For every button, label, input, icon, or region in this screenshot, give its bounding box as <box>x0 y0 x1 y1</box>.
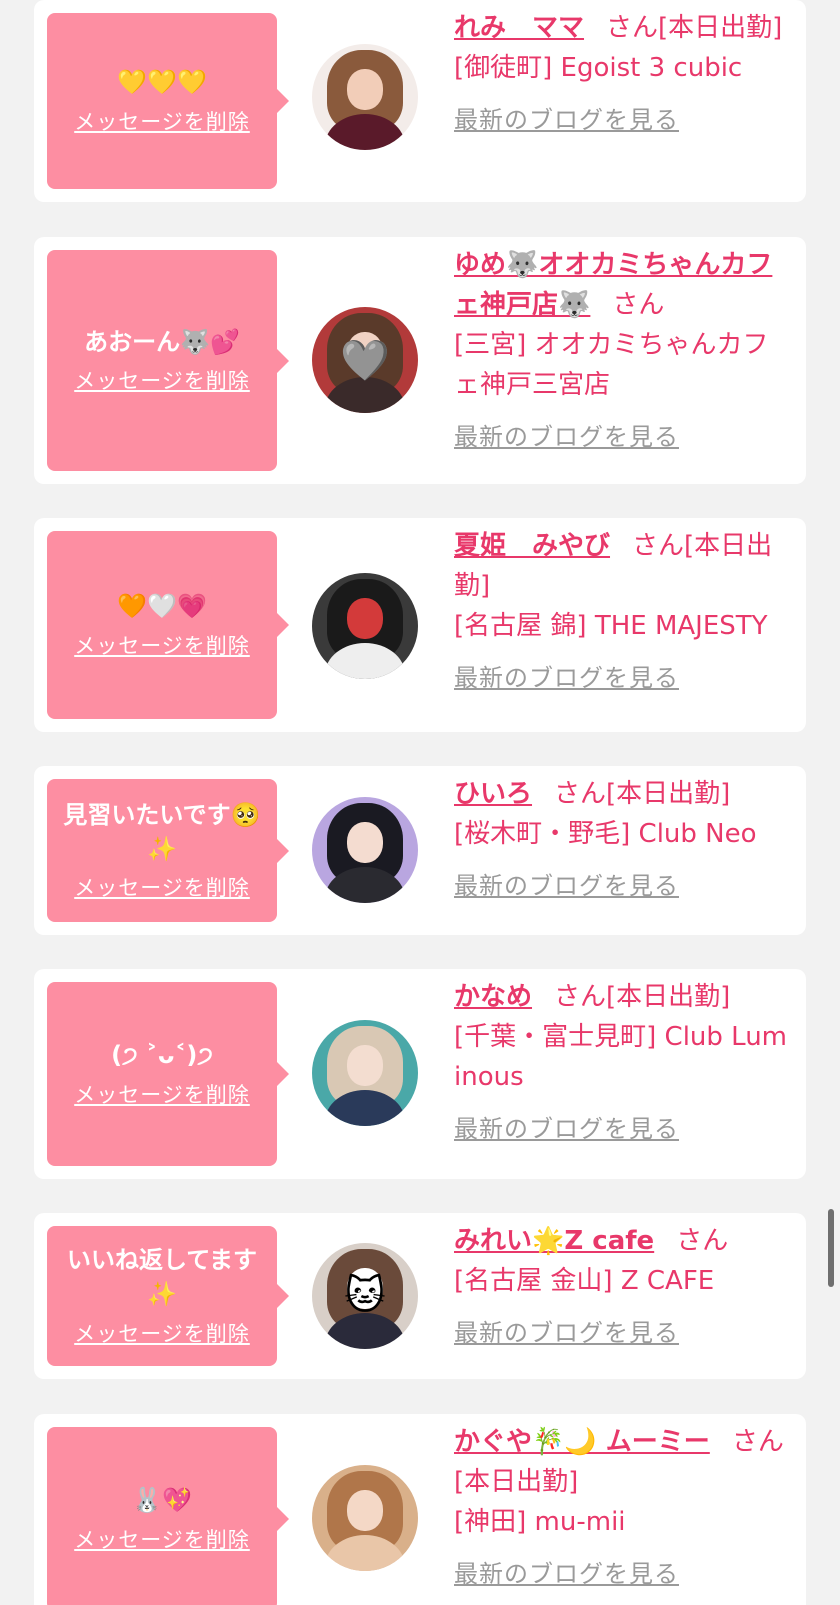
message-bubble: 💛💛💛 メッセージを削除 <box>47 13 289 189</box>
shop-info: [神田] mu-mii <box>454 1507 626 1537</box>
cast-info: かぐや🎋🌙 ムーミー さん [本日出勤] [神田] mu-mii 最新のブログを見る <box>454 1422 792 1589</box>
delete-message-link[interactable]: メッセージを削除 <box>74 1079 250 1109</box>
status-label: [本日出勤] <box>658 13 783 43</box>
avatar[interactable] <box>312 1465 418 1571</box>
delete-message-link[interactable]: メッセージを削除 <box>74 630 250 660</box>
latest-blog-link[interactable]: 最新のブログを見る <box>454 866 679 901</box>
message-card: あおーん🐺💕 メッセージを削除 🩶 ゆめ🐺オオカミちゃんカフェ神戸店🐺 さん [三… <box>34 237 806 484</box>
cast-info: かなめ さん[本日出勤] [千葉・富士見町] Club Luminous 最新のブ… <box>454 977 792 1144</box>
cat-sticker-icon: 🐱 <box>344 1273 386 1319</box>
latest-blog-link[interactable]: 最新のブログを見る <box>454 658 679 693</box>
message-card: いいね返してます✨ メッセージを削除 🐱 みれい🌟Z cafe さん [名古屋 金… <box>34 1213 806 1379</box>
message-bubble: 見習いたいです🥺✨ メッセージを削除 <box>47 779 289 922</box>
delete-message-link[interactable]: メッセージを削除 <box>74 365 250 395</box>
delete-message-link[interactable]: メッセージを削除 <box>74 106 250 136</box>
cast-info: れみ ママ さん[本日出勤] [御徒町] Egoist 3 cubic 最新のブロ… <box>454 8 792 135</box>
status-label: [本日出勤] <box>606 982 731 1012</box>
shop-info: [桜木町・野毛] Club Neo <box>454 819 757 849</box>
message-text: (੭ ˃ᴗ˂)੭ <box>111 1041 213 1070</box>
message-card: (੭ ˃ᴗ˂)੭ メッセージを削除 かなめ さん[本日出勤] [千葉・富士見町] … <box>34 969 806 1179</box>
avatar[interactable] <box>312 573 418 679</box>
cast-name-link[interactable]: みれい🌟Z cafe <box>454 1226 654 1256</box>
avatar[interactable]: 🩶 <box>312 307 418 413</box>
honorific: さん <box>554 779 607 809</box>
latest-blog-link[interactable]: 最新のブログを見る <box>454 1313 679 1348</box>
cast-info: みれい🌟Z cafe さん [名古屋 金山] Z CAFE 最新のブログを見る <box>454 1221 792 1348</box>
delete-message-link[interactable]: メッセージを削除 <box>74 872 250 902</box>
message-text: 💛💛💛 <box>117 68 207 97</box>
honorific: さん <box>554 982 607 1012</box>
cast-name-link[interactable]: ひいろ <box>454 779 532 809</box>
message-card: 🧡🤍💗 メッセージを削除 夏姫 みやび さん[本日出勤] [名古屋 錦] THE … <box>34 518 806 732</box>
shop-info: [三宮] オオカミちゃんカフェ神戸三宮店 <box>454 330 769 400</box>
message-bubble: 🐰💖 メッセージを削除 <box>47 1427 289 1605</box>
message-bubble: いいね返してます✨ メッセージを削除 <box>47 1226 289 1366</box>
heart-sticker-icon: 🩶 <box>340 337 390 384</box>
cast-info: ひいろ さん[本日出勤] [桜木町・野毛] Club Neo 最新のブログを見る <box>454 774 792 901</box>
shop-info: [名古屋 金山] Z CAFE <box>454 1266 715 1296</box>
message-text: いいね返してます✨ <box>66 1246 258 1308</box>
message-text: あおーん🐺💕 <box>84 327 240 356</box>
honorific: さん <box>606 13 659 43</box>
message-card: 見習いたいです🥺✨ メッセージを削除 ひいろ さん[本日出勤] [桜木町・野毛] … <box>34 766 806 935</box>
message-text: 見習いたいです🥺✨ <box>63 800 261 863</box>
avatar[interactable] <box>312 44 418 150</box>
cast-name-link[interactable]: 夏姫 みやび <box>454 531 610 561</box>
latest-blog-link[interactable]: 最新のブログを見る <box>454 417 679 452</box>
cast-name-link[interactable]: かぐや🎋🌙 ムーミー <box>454 1427 710 1457</box>
honorific: さん <box>632 531 685 561</box>
avatar[interactable] <box>312 797 418 903</box>
cast-name-link[interactable]: れみ ママ <box>454 13 584 43</box>
message-text: 🐰💖 <box>132 1486 192 1515</box>
honorific: さん <box>731 1427 784 1457</box>
avatar[interactable] <box>312 1020 418 1126</box>
avatar[interactable]: 🐱 <box>312 1243 418 1349</box>
latest-blog-link[interactable]: 最新のブログを見る <box>454 1109 679 1144</box>
cast-info: ゆめ🐺オオカミちゃんカフェ神戸店🐺 さん [三宮] オオカミちゃんカフェ神戸三宮店… <box>454 245 792 452</box>
scrollbar-thumb[interactable] <box>828 1209 834 1287</box>
message-bubble: (੭ ˃ᴗ˂)੭ メッセージを削除 <box>47 982 289 1166</box>
honorific: さん <box>676 1226 729 1256</box>
shop-info: [御徒町] Egoist 3 cubic <box>454 53 743 83</box>
latest-blog-link[interactable]: 最新のブログを見る <box>454 1554 679 1589</box>
message-card: 💛💛💛 メッセージを削除 れみ ママ さん[本日出勤] [御徒町] Egoist … <box>34 0 806 202</box>
cast-name-link[interactable]: かなめ <box>454 982 532 1012</box>
shop-info: [名古屋 錦] THE MAJESTY <box>454 611 768 641</box>
shop-info: [千葉・富士見町] Club Luminous <box>454 1022 788 1092</box>
message-list: 💛💛💛 メッセージを削除 れみ ママ さん[本日出勤] [御徒町] Egoist … <box>0 0 840 1605</box>
delete-message-link[interactable]: メッセージを削除 <box>74 1318 250 1348</box>
status-label: [本日出勤] <box>454 1467 579 1497</box>
message-text: 🧡🤍💗 <box>117 592 207 621</box>
status-label: [本日出勤] <box>606 779 731 809</box>
message-card: 🐰💖 メッセージを削除 かぐや🎋🌙 ムーミー さん [本日出勤] [神田] mu-m… <box>34 1414 806 1605</box>
latest-blog-link[interactable]: 最新のブログを見る <box>454 100 679 135</box>
delete-message-link[interactable]: メッセージを削除 <box>74 1524 250 1554</box>
cast-info: 夏姫 みやび さん[本日出勤] [名古屋 錦] THE MAJESTY 最新のブロ… <box>454 526 792 693</box>
honorific: さん <box>612 290 665 320</box>
message-bubble: 🧡🤍💗 メッセージを削除 <box>47 531 289 719</box>
message-bubble: あおーん🐺💕 メッセージを削除 <box>47 250 289 471</box>
